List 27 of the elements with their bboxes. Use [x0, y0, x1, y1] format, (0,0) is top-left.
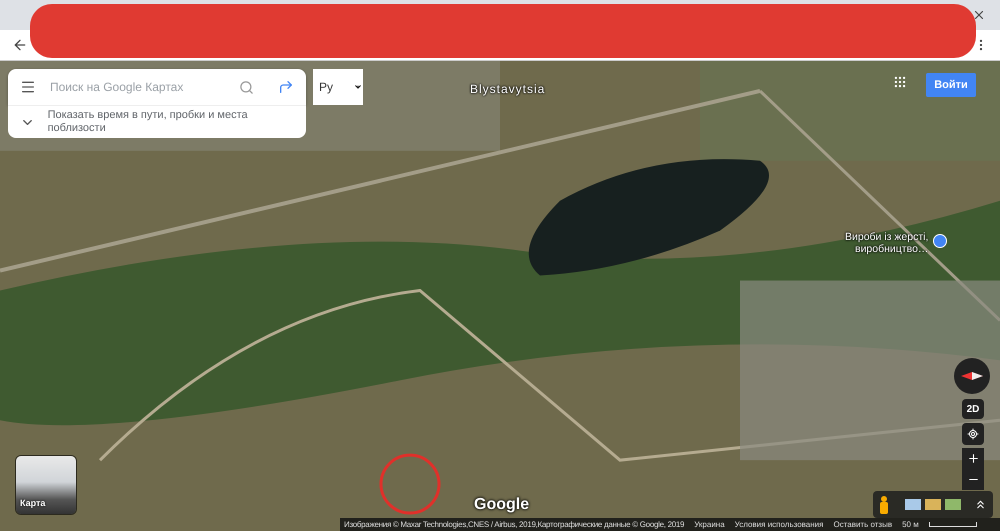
- pegman-icon[interactable]: [879, 496, 889, 514]
- imagery-thumbnail[interactable]: [945, 499, 961, 510]
- scale-bar: [928, 522, 977, 527]
- expand-icon[interactable]: [974, 498, 987, 511]
- travel-info-text: Показать время в пути, пробки и места поблизости: [48, 109, 249, 135]
- sign-in-button[interactable]: Войти: [926, 73, 976, 97]
- travel-info-toggle[interactable]: Показать время в пути, пробки и места поблизости: [8, 105, 306, 138]
- place-label: Вироби із жерсті, виробництво…: [845, 231, 928, 255]
- imagery-thumbnail[interactable]: [905, 499, 921, 510]
- view-toggle-button[interactable]: 2D: [962, 399, 984, 419]
- town-label: Blystavytsia: [470, 83, 546, 95]
- footer-link[interactable]: Условия использования: [734, 520, 824, 529]
- attribution-text: Изображения © Maxar Technologies,CNES / Airbus, 2019,Картографические данные © Google, 2019: [344, 520, 684, 529]
- search-bar[interactable]: Поиск на Google Картах: [8, 69, 306, 105]
- google-logo: Google: [474, 496, 530, 514]
- imagery-thumbnail[interactable]: [925, 499, 941, 510]
- back-icon[interactable]: [12, 37, 28, 53]
- footer-link[interactable]: Оставить отзыв: [833, 520, 892, 529]
- close-icon[interactable]: [972, 8, 986, 22]
- footer-link[interactable]: Украина: [694, 520, 725, 529]
- locate-icon[interactable]: [962, 423, 984, 445]
- scale-text: 50 м: [902, 520, 919, 529]
- language-select[interactable]: Ру: [313, 69, 363, 105]
- annotation-circle: [380, 454, 440, 515]
- apps-grid-icon[interactable]: [893, 75, 907, 89]
- map-layer-button[interactable]: Карта: [16, 456, 76, 514]
- search-input[interactable]: Поиск на Google Картах: [48, 79, 226, 95]
